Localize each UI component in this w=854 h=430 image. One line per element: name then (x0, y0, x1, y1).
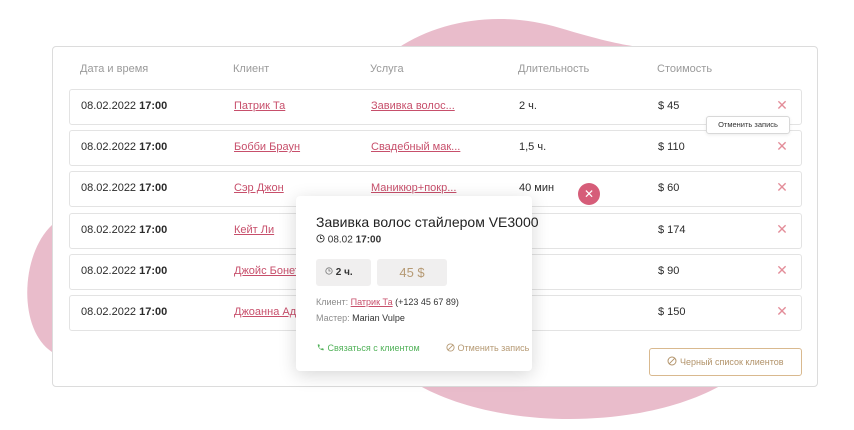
ban-icon (446, 343, 455, 354)
row-price: $ 174 (658, 224, 686, 236)
popup-datetime: 08.02 17:00 (316, 234, 381, 246)
popup-title: Завивка волос стайлером VE3000 (316, 214, 539, 230)
row-client-link[interactable]: Джойс Бонет (234, 265, 300, 277)
header-service: Услуга (370, 63, 404, 75)
duration-chip: 2 ч. (316, 259, 371, 286)
price-chip: 45 $ (377, 259, 447, 286)
header-price: Стоимость (657, 63, 713, 75)
row-price: $ 60 (658, 182, 680, 194)
delete-row-button[interactable]: ✕ (775, 139, 789, 153)
phone-icon (316, 343, 325, 354)
cancel-appointment-button[interactable]: Отменить запись (446, 343, 529, 354)
ban-icon (667, 350, 677, 376)
row-date: 08.02.2022 17:00 (81, 224, 168, 236)
row-price: $ 110 (658, 141, 685, 153)
delete-row-button[interactable]: ✕ (775, 222, 789, 236)
popup-client-link[interactable]: Патрик Та (351, 297, 393, 307)
delete-row-button[interactable]: ✕ (775, 304, 789, 318)
close-icon: ✕ (776, 221, 788, 237)
row-price: $ 150 (658, 306, 686, 318)
close-icon: ✕ (583, 187, 595, 201)
row-date: 08.02.2022 17:00 (81, 100, 168, 112)
row-date: 08.02.2022 17:00 (81, 182, 168, 194)
row-service-link[interactable]: Завивка волос... (371, 100, 455, 112)
delete-row-button[interactable]: ✕ (775, 263, 789, 277)
close-icon: ✕ (776, 97, 788, 113)
row-service-link[interactable]: Свадебный мак... (371, 141, 460, 153)
popup-master-line: Мастер: Marian Vulpe (316, 313, 405, 323)
delete-row-button[interactable]: ✕ (775, 98, 789, 112)
blacklist-label: Черный список клиентов (679, 357, 784, 367)
close-icon: ✕ (776, 303, 788, 319)
header-duration: Длительность (518, 63, 590, 75)
row-date: 08.02.2022 17:00 (81, 306, 168, 318)
row-date: 08.02.2022 17:00 (81, 141, 168, 153)
row-service-link[interactable]: Маникюр+покр... (371, 182, 456, 194)
header-client: Клиент (233, 63, 270, 75)
appointment-details-popup: Завивка волос стайлером VE3000 08.02 17:… (296, 196, 539, 371)
row-date: 08.02.2022 17:00 (81, 265, 168, 277)
table-row[interactable]: 08.02.2022 17:00 Патрик Та Завивка волос… (69, 89, 802, 125)
close-icon: ✕ (776, 138, 788, 154)
clock-icon (325, 259, 333, 286)
row-client-link[interactable]: Бобби Браун (234, 141, 300, 153)
row-price: $ 45 (658, 100, 680, 112)
row-duration: 40 мин (519, 182, 555, 194)
popup-close-button[interactable]: ✕ (578, 183, 600, 205)
header-date: Дата и время (80, 63, 149, 75)
delete-row-button[interactable]: ✕ (775, 180, 789, 194)
popup-client-line: Клиент: Патрик Та (+123 45 67 89) (316, 297, 459, 307)
contact-client-button[interactable]: Связаться с клиентом (316, 343, 420, 354)
row-duration: 2 ч. (519, 100, 537, 112)
table-row[interactable]: 08.02.2022 17:00 Бобби Браун Свадебный м… (69, 130, 802, 166)
row-duration: 1,5 ч. (519, 141, 547, 153)
clock-icon (316, 234, 325, 246)
row-price: $ 90 (658, 265, 680, 277)
row-client-link[interactable]: Сэр Джон (234, 182, 284, 194)
table-header: Дата и время Клиент Услуга Длительность … (53, 47, 817, 91)
blacklist-button[interactable]: Черный список клиентов (649, 348, 802, 376)
row-client-link[interactable]: Кейт Ли (234, 224, 274, 236)
close-icon: ✕ (776, 262, 788, 278)
cancel-tooltip: Отменить запись (706, 116, 790, 134)
row-client-link[interactable]: Патрик Та (234, 100, 285, 112)
row-client-link[interactable]: Джоанна Ад (234, 306, 296, 318)
close-icon: ✕ (776, 179, 788, 195)
